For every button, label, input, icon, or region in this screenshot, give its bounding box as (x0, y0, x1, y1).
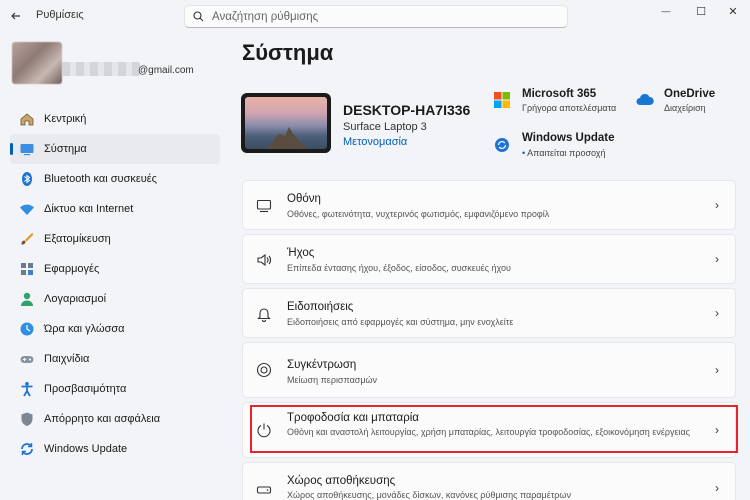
annotation-highlight-box (250, 405, 738, 453)
tile-title: Windows Update (522, 132, 615, 144)
windows-update-icon (18, 440, 36, 458)
rename-link[interactable]: Μετονομασία (343, 136, 407, 148)
page-title: Σύστημα (242, 40, 334, 65)
card-sound[interactable]: Ήχος Επίπεδα έντασης ήχου, έξοδος, είσοδ… (242, 234, 736, 284)
sidebar-item-label: Windows Update (44, 443, 128, 455)
sidebar-item-privacy-security[interactable]: Απόρρητο και ασφάλεια (10, 404, 220, 434)
time-language-icon (18, 320, 36, 338)
sidebar-item-label: Εφαρμογές (44, 263, 100, 275)
storage-icon (255, 481, 273, 499)
tile-subtitle: Διαχείριση (664, 103, 706, 113)
title-bar: Ρυθμίσεις — ☐ ✕ (0, 0, 750, 32)
focus-icon (255, 361, 273, 379)
card-subtitle: Ειδοποιήσεις από εφαρμογές και σύστημα, … (287, 317, 514, 327)
sidebar-item-label: Ώρα και γλώσσα (44, 323, 125, 335)
card-subtitle: Μείωση περισπασμών (287, 375, 378, 385)
tile-subtitle-wrap: • Απαιτείται προσοχή (522, 148, 606, 158)
chevron-right-icon: › (715, 252, 719, 266)
tile-microsoft365[interactable]: Microsoft 365 Γρήγορα αποτελέσματα (494, 88, 624, 122)
sidebar-item-label: Λογαριασμοί (44, 293, 107, 305)
bell-icon (255, 305, 273, 323)
system-icon (18, 140, 36, 158)
minimize-button[interactable]: — (649, 0, 683, 22)
card-title: Ήχος (287, 247, 315, 259)
sidebar-item-home[interactable]: Κεντρική (10, 104, 220, 134)
maximize-button[interactable]: ☐ (684, 0, 718, 22)
microsoft365-icon (494, 92, 510, 113)
card-title: Χώρος αποθήκευσης (287, 475, 396, 487)
search-box[interactable] (184, 5, 568, 28)
device-name: DESKTOP-HA7I336 (343, 102, 471, 118)
profile-email: @gmail.com (138, 65, 194, 76)
device-image (241, 93, 331, 153)
minimize-icon: — (661, 6, 671, 16)
card-title: Οθόνη (287, 193, 321, 205)
sidebar-item-label: Δίκτυο και Internet (44, 203, 134, 215)
sidebar-item-gaming[interactable]: Παιχνίδια (10, 344, 220, 374)
onedrive-icon (636, 93, 654, 112)
sidebar-item-windows-update[interactable]: Windows Update (10, 434, 220, 464)
tile-title: Microsoft 365 (522, 88, 597, 100)
card-notifications[interactable]: Ειδοποιήσεις Ειδοποιήσεις από εφαρμογές … (242, 288, 736, 338)
card-storage[interactable]: Χώρος αποθήκευσης Χώρος αποθήκευσης, μον… (242, 462, 736, 500)
chevron-right-icon: › (715, 306, 719, 320)
card-subtitle: Οθόνες, φωτεινότητα, νυχτερινός φωτισμός… (287, 209, 550, 219)
profile-name-redacted (62, 62, 140, 76)
sidebar-item-personalization[interactable]: Εξατομίκευση (10, 224, 220, 254)
card-subtitle: Χώρος αποθήκευσης, μονάδες δίσκων, κανόν… (287, 490, 571, 500)
tile-onedrive[interactable]: OneDrive Διαχείριση (636, 88, 736, 122)
monitor-icon (255, 197, 273, 215)
sidebar-item-bluetooth[interactable]: Bluetooth και συσκευές (10, 164, 220, 194)
gamepad-icon (18, 350, 36, 368)
windows-update-icon (494, 137, 510, 158)
tile-windows-update[interactable]: Windows Update • Απαιτείται προσοχή (494, 132, 634, 166)
back-arrow-icon[interactable] (8, 8, 24, 24)
account-icon (18, 290, 36, 308)
avatar[interactable] (12, 42, 62, 84)
search-icon (193, 11, 204, 22)
sidebar-item-network[interactable]: Δίκτυο και Internet (10, 194, 220, 224)
sidebar-item-label: Παιχνίδια (44, 353, 90, 365)
sidebar-item-system[interactable]: Σύστημα (10, 134, 220, 164)
sidebar-item-accounts[interactable]: Λογαριασμοί (10, 284, 220, 314)
chevron-right-icon: › (715, 198, 719, 212)
tile-subtitle: Απαιτείται προσοχή (527, 148, 606, 158)
device-model: Surface Laptop 3 (343, 121, 427, 133)
accessibility-icon (18, 380, 36, 398)
sidebar-item-accessibility[interactable]: Προσβασιμότητα (10, 374, 220, 404)
close-button[interactable]: ✕ (716, 0, 750, 22)
sidebar-item-apps[interactable]: Εφαρμογές (10, 254, 220, 284)
sidebar-nav: Κεντρική Σύστημα Bluetooth και συσκευές … (10, 104, 220, 464)
card-focus[interactable]: Συγκέντρωση Μείωση περισπασμών › (242, 342, 736, 398)
close-icon: ✕ (728, 5, 738, 18)
sidebar-item-label: Κεντρική (44, 113, 87, 125)
wifi-icon (18, 200, 36, 218)
bluetooth-icon (18, 170, 36, 188)
speaker-icon (255, 251, 273, 269)
search-input[interactable] (212, 9, 552, 25)
sidebar-item-label: Εξατομίκευση (44, 233, 111, 245)
app-title: Ρυθμίσεις (36, 9, 84, 21)
sidebar-item-label: Προσβασιμότητα (44, 383, 127, 395)
sidebar-item-time-language[interactable]: Ώρα και γλώσσα (10, 314, 220, 344)
sidebar-item-label: Bluetooth και συσκευές (44, 173, 157, 185)
tile-title: OneDrive (664, 88, 716, 100)
home-icon (18, 110, 36, 128)
sidebar-item-label: Απόρρητο και ασφάλεια (44, 413, 161, 425)
card-subtitle: Επίπεδα έντασης ήχου, έξοδος, είσοδος, σ… (287, 263, 511, 273)
chevron-right-icon: › (715, 481, 719, 495)
card-title: Συγκέντρωση (287, 359, 357, 371)
sidebar-item-label: Σύστημα (44, 143, 87, 155)
shield-icon (18, 410, 36, 428)
brush-icon (18, 230, 36, 248)
apps-icon (18, 260, 36, 278)
card-display[interactable]: Οθόνη Οθόνες, φωτεινότητα, νυχτερινός φω… (242, 180, 736, 230)
chevron-right-icon: › (715, 363, 719, 377)
card-title: Ειδοποιήσεις (287, 301, 354, 313)
tile-subtitle: Γρήγορα αποτελέσματα (522, 103, 617, 113)
maximize-icon: ☐ (696, 5, 706, 18)
